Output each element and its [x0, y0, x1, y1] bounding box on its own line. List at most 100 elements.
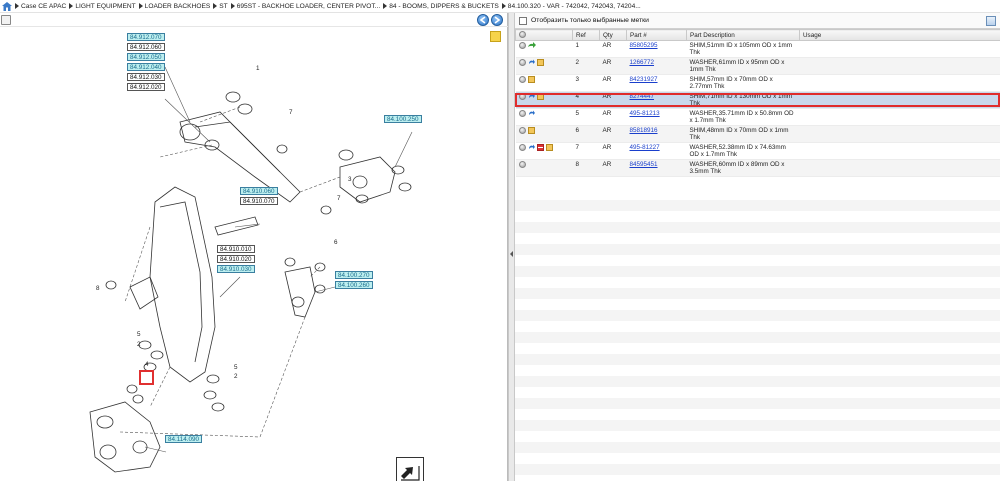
ref-number[interactable]: 7	[337, 195, 341, 202]
callout-label[interactable]: 84.912.070	[127, 33, 165, 41]
next-diagram-button[interactable]	[491, 14, 503, 26]
ref-number[interactable]: 2	[137, 341, 141, 348]
collapse-icon[interactable]	[510, 251, 513, 257]
table-row[interactable]: 1 AR 85805295 SHIM,51mm ID x 105mm OD x 1mm…	[515, 40, 1000, 58]
table-row[interactable]: 5 AR 495-81213 WASHER,35.71mm ID x 50.8mm O…	[515, 108, 1000, 126]
home-icon[interactable]	[1, 1, 12, 12]
part-number-link[interactable]: 1266772	[630, 59, 655, 66]
callout-label[interactable]: 84.912.060	[127, 43, 165, 51]
cell-qty: AR	[599, 74, 627, 92]
green-arrow-icon[interactable]	[527, 42, 536, 49]
info-icon	[519, 31, 526, 39]
header-ref[interactable]: Ref	[572, 29, 600, 41]
table-row[interactable]: 2 AR 1266772 WASHER,61mm ID x 95mm OD x 1mm…	[515, 57, 1000, 75]
replacement-arrow-icon[interactable]	[528, 110, 535, 117]
breadcrumb-item[interactable]: LOADER BACKHOES	[138, 3, 210, 10]
empty-rows	[515, 189, 1000, 481]
table-row[interactable]: 6 AR 85818916 SHIM,48mm ID x 70mm OD x 1mm …	[515, 125, 1000, 143]
breadcrumb-item[interactable]: 84 - BOOMS, DIPPERS & BUCKETS	[383, 3, 499, 10]
row-actions	[515, 91, 573, 109]
part-number-link[interactable]: 8274447	[630, 93, 655, 100]
callout-label[interactable]: 84.910.020	[217, 255, 255, 263]
replacement-arrow-icon[interactable]	[528, 93, 535, 100]
cell-ref: 3	[572, 74, 600, 92]
table-row[interactable]: 3 AR 84231927 SHIM,57mm ID x 70mm OD x 2.77…	[515, 74, 1000, 92]
breadcrumb-item[interactable]: LIGHT EQUIPMENT	[69, 3, 136, 10]
cell-qty: AR	[599, 108, 627, 126]
pane-splitter[interactable]	[508, 13, 515, 481]
exploded-diagram	[89, 66, 413, 473]
row-actions	[515, 125, 573, 143]
part-number-link[interactable]: 495-81227	[630, 144, 660, 151]
export-icon[interactable]	[986, 16, 996, 26]
info-icon[interactable]	[518, 93, 526, 100]
ref-number[interactable]: 5	[234, 364, 238, 371]
row-actions	[515, 74, 573, 92]
info-icon[interactable]	[518, 161, 526, 168]
header-qty[interactable]: Qty	[599, 29, 627, 41]
cell-qty: AR	[599, 91, 627, 109]
print-icon[interactable]	[1, 15, 11, 25]
info-icon[interactable]	[518, 76, 526, 83]
package-icon[interactable]	[527, 127, 535, 134]
replacement-arrow-icon[interactable]	[528, 59, 535, 66]
table-row[interactable]: 4 AR 8274447 SHIM,71mm ID x 130mm OD x 1mm …	[515, 91, 1000, 109]
parts-table: Ref Qty Part # Part Description Usage 1A…	[515, 29, 1000, 177]
ref-number[interactable]: 8	[96, 285, 100, 292]
callout-label[interactable]: 84.100.250	[384, 115, 422, 123]
info-icon[interactable]	[518, 127, 526, 134]
ref-number[interactable]: 7	[289, 109, 293, 116]
breadcrumb-item[interactable]: ST	[213, 3, 228, 10]
info-icon[interactable]	[518, 144, 526, 151]
part-number-link[interactable]: 85818916	[630, 127, 658, 134]
info-icon[interactable]	[518, 59, 526, 66]
ref-number[interactable]: 3	[348, 176, 352, 183]
package-icon[interactable]	[536, 59, 544, 66]
table-row[interactable]: 8 AR 84595451 WASHER,60mm ID x 89mm OD x 3.…	[515, 159, 1000, 177]
package-icon[interactable]	[527, 76, 535, 83]
package-icon[interactable]	[536, 93, 544, 100]
ref-number[interactable]: 2	[234, 373, 238, 380]
callout-label[interactable]: 84.910.070	[240, 197, 278, 205]
callout-label[interactable]: 84.912.020	[127, 83, 165, 91]
cell-description: WASHER,61mm ID x 95mm OD x 1mm Thk	[686, 57, 800, 75]
previous-diagram-button[interactable]	[477, 14, 489, 26]
breadcrumb-item[interactable]: 695ST - BACKHOE LOADER, CENTER PIVOT...	[230, 3, 380, 10]
ref-number[interactable]: 6	[334, 239, 338, 246]
callout-label[interactable]: 84.910.030	[217, 265, 255, 273]
header-description[interactable]: Part Description	[686, 29, 800, 41]
callout-label[interactable]: 84.912.030	[127, 73, 165, 81]
diagram-toolbar	[0, 13, 508, 27]
breadcrumb-item[interactable]: Case CE APAC	[15, 3, 66, 10]
part-number-link[interactable]: 495-81213	[630, 110, 660, 117]
callout-label[interactable]: 84.114.090	[165, 435, 203, 443]
cell-description: WASHER,35.71mm ID x 50.8mm OD x 1.7mm Th…	[686, 108, 800, 126]
info-icon[interactable]	[518, 110, 526, 117]
callout-label[interactable]: 84.910.010	[217, 245, 255, 253]
callout-label[interactable]: 84.100.260	[335, 281, 373, 289]
callout-label[interactable]: 84.910.060	[240, 187, 278, 195]
callout-label[interactable]: 84.912.040	[127, 63, 165, 71]
replacement-arrow-icon[interactable]	[528, 144, 535, 151]
ref-number[interactable]: 4	[145, 361, 149, 368]
ref-number[interactable]: 1	[256, 65, 260, 72]
row-actions	[515, 40, 573, 58]
header-part-number[interactable]: Part #	[626, 29, 687, 41]
callout-label[interactable]: 84.912.050	[127, 53, 165, 61]
info-icon[interactable]	[518, 42, 526, 49]
header-usage[interactable]: Usage	[799, 29, 1000, 41]
kit-icon[interactable]	[536, 144, 544, 151]
cell-part-number: 495-81227	[626, 142, 687, 160]
cell-description: WASHER,52.38mm ID x 74.63mm OD x 1.7mm T…	[686, 142, 800, 160]
part-number-link[interactable]: 84231927	[630, 76, 658, 83]
part-number-link[interactable]: 85805295	[630, 42, 658, 49]
cell-qty: AR	[599, 40, 627, 58]
part-number-link[interactable]: 84595451	[630, 161, 658, 168]
table-row[interactable]: 7 AR 495-81227 WASHER,52.38mm ID x 74.63mm …	[515, 142, 1000, 160]
show-selected-only-checkbox[interactable]	[519, 16, 527, 25]
ref-number[interactable]: 5	[137, 331, 141, 338]
cell-part-number: 1266772	[626, 57, 687, 75]
expand-diagram-button[interactable]	[396, 457, 424, 481]
callout-label[interactable]: 84.100.270	[335, 271, 373, 279]
package-icon[interactable]	[545, 144, 553, 151]
